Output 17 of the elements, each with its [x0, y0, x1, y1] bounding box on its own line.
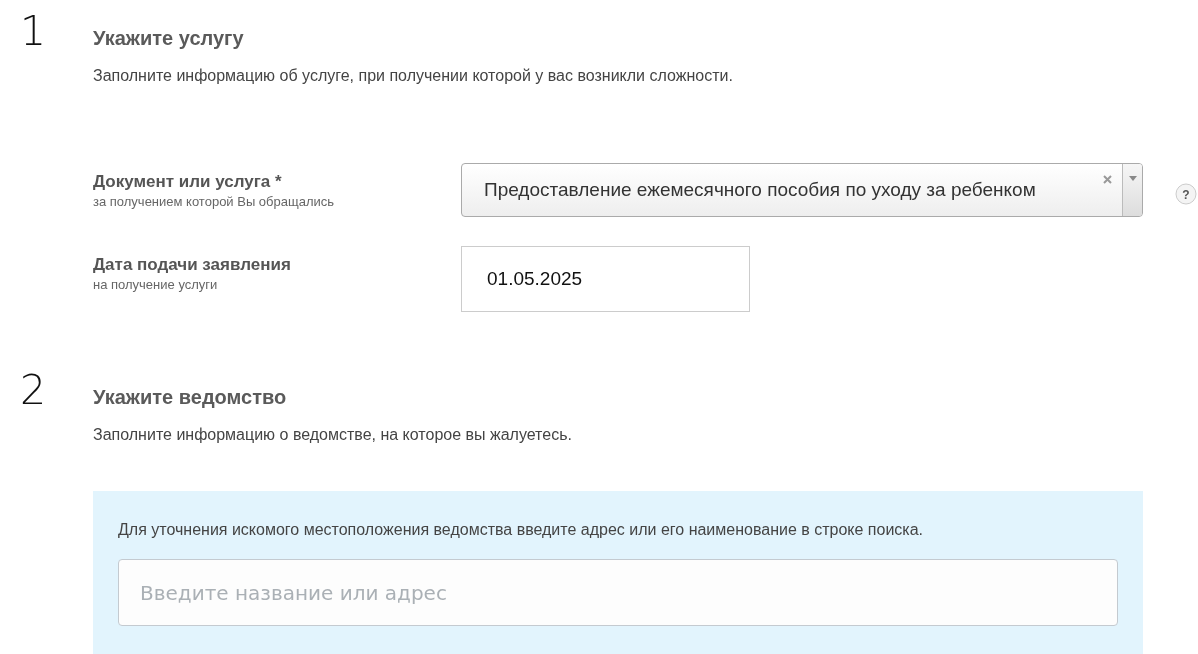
- service-dropdown[interactable]: Предоставление ежемесячного пособия по уходу за ребенком: [461, 163, 1143, 217]
- caret-icon: [1128, 176, 1137, 181]
- section-description: Заполните информацию о ведомстве, на которое вы жалуетесь.: [93, 425, 572, 445]
- date-field[interactable]: 01.05.2025: [461, 246, 750, 312]
- section-title: Укажите услугу: [93, 26, 244, 51]
- field-hint: за получением которой Вы обращались: [93, 194, 335, 209]
- step-number: 2: [20, 370, 47, 411]
- clear-icon[interactable]: [1103, 175, 1112, 184]
- search-field[interactable]: Введите название или адрес: [118, 559, 1118, 626]
- field-hint: на получение услуги: [93, 277, 218, 292]
- step-number: 1: [20, 11, 47, 52]
- field-label: Дата подачи заявления: [93, 255, 291, 275]
- section-title: Укажите ведомство: [93, 385, 287, 410]
- search-instruction: Для уточнения искомого местоположения ведомства введите адрес или его наименование в строке поиска.: [118, 521, 924, 539]
- section-description: Заполните информацию об услуге, при получении которой у вас возникли сложности.: [93, 66, 733, 86]
- field-label: Документ или услуга *: [93, 172, 282, 192]
- help-icon[interactable]: ?: [1175, 183, 1197, 205]
